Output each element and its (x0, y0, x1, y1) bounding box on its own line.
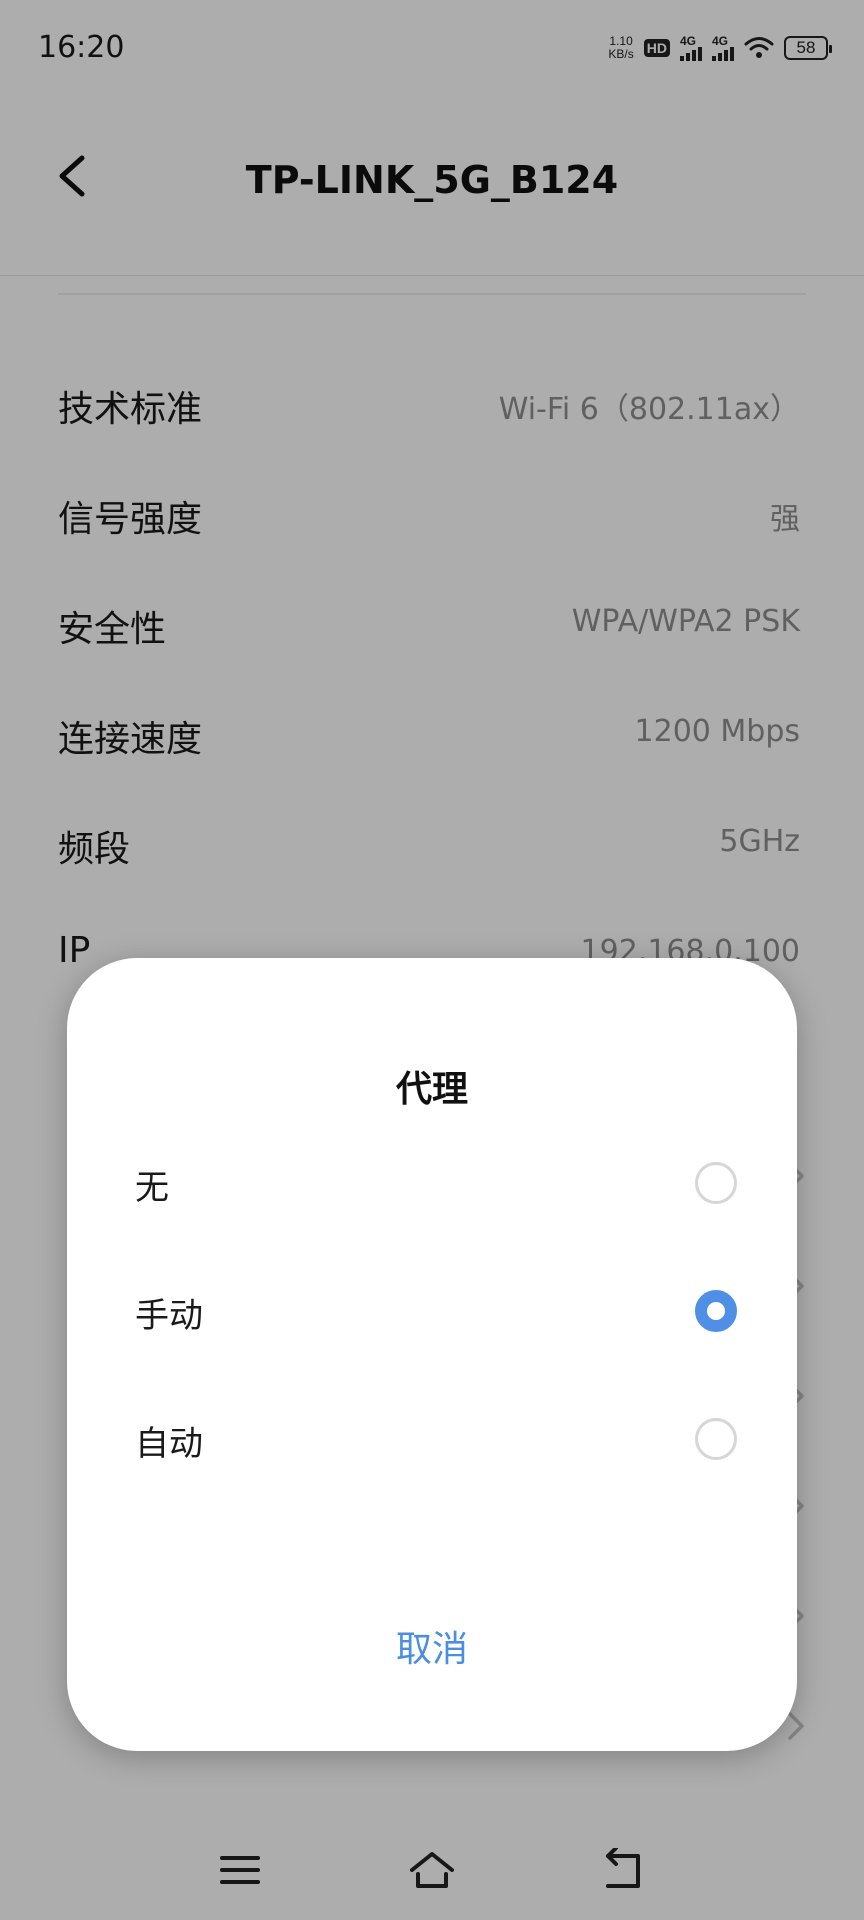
proxy-dialog: 代理 无 手动 自动 取消 (67, 958, 797, 1751)
proxy-option-none[interactable]: 无 (67, 1128, 797, 1238)
option-label: 无 (135, 1168, 169, 1208)
wifi-details-screen: 16:20 1.10 KB/s HD 4G 4G 58 TP-LINK_5G_B… (0, 0, 864, 1920)
cancel-button[interactable]: 取消 (67, 1620, 797, 1672)
radio-button[interactable] (695, 1162, 737, 1204)
proxy-option-auto[interactable]: 自动 (67, 1384, 797, 1494)
radio-button[interactable] (695, 1418, 737, 1460)
option-label: 自动 (135, 1424, 203, 1464)
proxy-option-manual[interactable]: 手动 (67, 1256, 797, 1366)
option-label: 手动 (135, 1296, 203, 1336)
radio-button-selected[interactable] (695, 1290, 737, 1332)
dialog-title: 代理 (395, 1069, 468, 1110)
